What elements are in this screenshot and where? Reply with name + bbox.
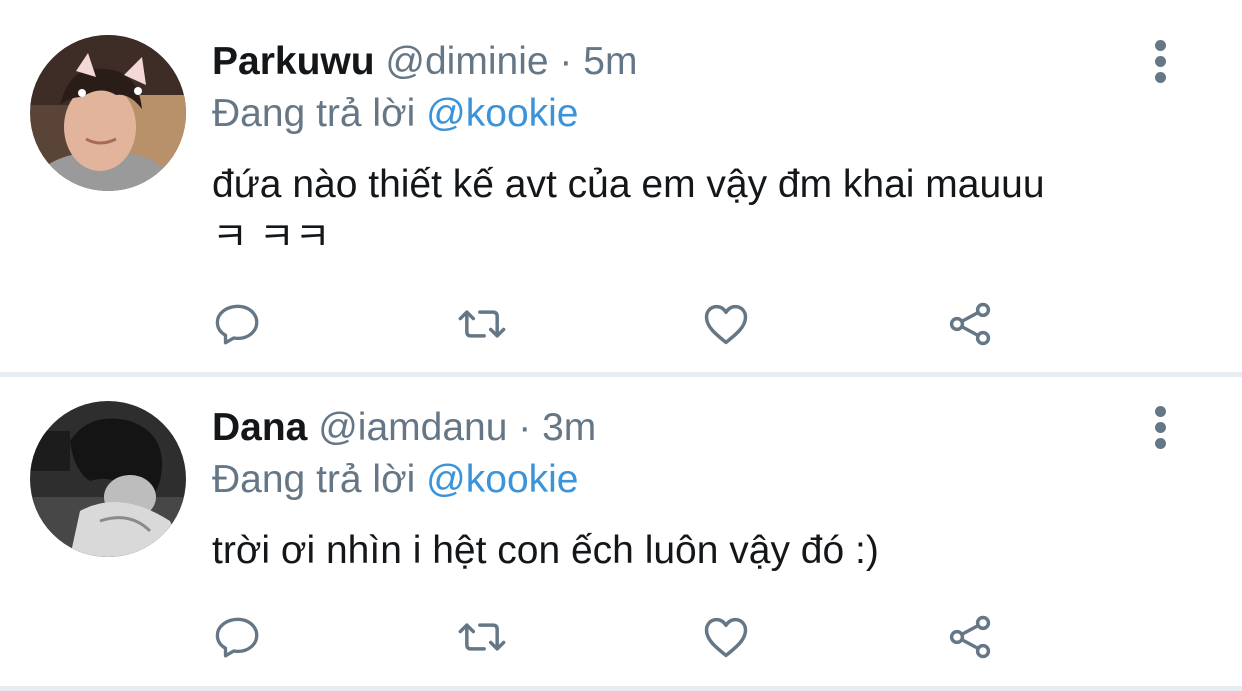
retweet-icon xyxy=(458,310,506,338)
handle[interactable]: @iamdanu xyxy=(318,406,507,449)
tweet-text: trời ơi nhìn i hệt con ếch luôn vậy đó :… xyxy=(212,524,1172,577)
separator: · xyxy=(559,40,573,83)
replying-to: Đang trả lời @kookie xyxy=(212,91,579,137)
display-name[interactable]: Dana xyxy=(212,406,307,449)
tweet-text: đứa nào thiết kế avt của em vậy đm khai … xyxy=(212,158,1172,264)
tweet-text-line: đứa nào thiết kế avt của em vậy đm khai … xyxy=(212,163,1045,206)
share-icon xyxy=(949,302,991,346)
avatar[interactable] xyxy=(30,401,186,557)
action-bar xyxy=(0,609,1242,665)
separator: · xyxy=(518,406,532,449)
display-name[interactable]: Parkuwu xyxy=(212,40,375,83)
divider xyxy=(0,686,1242,691)
tweet-header: Parkuwu @diminie · 5m xyxy=(212,39,637,85)
retweet-button[interactable] xyxy=(454,609,510,665)
avatar-photo-grayscale xyxy=(30,401,186,557)
like-icon xyxy=(704,617,748,658)
like-icon xyxy=(704,304,748,345)
tweet[interactable]: Dana @iamdanu · 3m Đang trả lời @kookie … xyxy=(0,377,1242,685)
replying-to-label: Đang trả lời xyxy=(212,92,416,135)
tweet-text-line: trời ơi nhìn i hệt con ếch luôn vậy đó :… xyxy=(212,529,879,572)
action-bar xyxy=(0,296,1242,352)
like-button[interactable] xyxy=(698,296,754,352)
mention-link[interactable]: @kookie xyxy=(426,92,578,135)
tweet-text-line: ㅋ ㅋㅋ xyxy=(212,216,331,259)
tweet-header: Dana @iamdanu · 3m xyxy=(212,405,596,451)
share-button[interactable] xyxy=(942,609,998,665)
timestamp[interactable]: 3m xyxy=(542,406,596,449)
more-vertical-icon[interactable] xyxy=(1150,406,1172,450)
more-vertical-icon[interactable] xyxy=(1150,40,1172,84)
replying-to: Đang trả lời @kookie xyxy=(212,457,579,503)
timestamp[interactable]: 5m xyxy=(583,40,637,83)
retweet-button[interactable] xyxy=(454,296,510,352)
handle[interactable]: @diminie xyxy=(385,40,548,83)
share-icon xyxy=(949,615,991,659)
like-button[interactable] xyxy=(698,609,754,665)
mention-link[interactable]: @kookie xyxy=(426,458,578,501)
avatar[interactable] xyxy=(30,35,186,191)
reply-button[interactable] xyxy=(210,609,266,665)
reply-icon xyxy=(215,304,259,345)
reply-button[interactable] xyxy=(210,296,266,352)
reply-icon xyxy=(215,617,259,658)
share-button[interactable] xyxy=(942,296,998,352)
replying-to-label: Đang trả lời xyxy=(212,458,416,501)
avatar-photo xyxy=(30,35,186,191)
retweet-icon xyxy=(458,623,506,651)
tweet[interactable]: Parkuwu @diminie · 5m Đang trả lời @kook… xyxy=(0,0,1242,372)
